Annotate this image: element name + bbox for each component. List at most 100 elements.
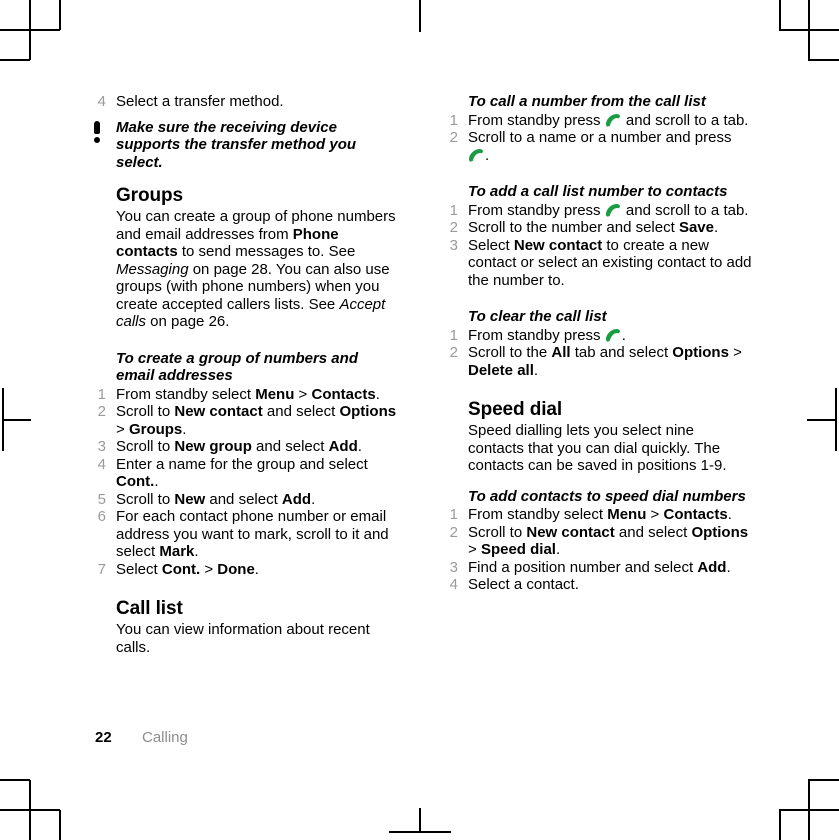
procedure-heading-speed-dial-add: To add contacts to speed dial numbers xyxy=(468,487,746,505)
ui-label: Add xyxy=(328,438,358,455)
step-text-run: . xyxy=(714,219,719,236)
left-column: 4 Select a transfer method. Make sure th… xyxy=(88,93,400,656)
step-text: Scroll to New contact and select Options… xyxy=(468,524,748,559)
step-number: 6 xyxy=(97,508,106,525)
chapter-name: Calling xyxy=(142,729,188,746)
step-text-run: > xyxy=(116,420,129,438)
step-text: Scroll to New and select Add. xyxy=(116,491,315,508)
step-text-run: From standby select xyxy=(116,385,256,403)
procedure-heading-create-group: To create a group of numbers and email a… xyxy=(116,349,358,385)
ui-label: Done xyxy=(217,560,255,578)
step-text-run: and scroll to a tab. xyxy=(621,111,749,129)
step-text-run: . xyxy=(621,326,626,344)
ui-label: Options xyxy=(691,523,749,541)
step-text-run: and select xyxy=(251,438,329,455)
page-footer: 22 Calling xyxy=(95,729,188,747)
step-text-run: and scroll to a tab. xyxy=(621,201,749,219)
step-text-run: > xyxy=(646,506,664,523)
step-text: Find a position number and select Add. xyxy=(468,559,731,576)
step-text-run: > xyxy=(294,385,312,403)
step-text-run: and select xyxy=(614,523,692,541)
clear-call-list-steps: 1 From standby press . 2 Scroll to the All … xyxy=(440,327,752,380)
step-text-run: > xyxy=(200,560,218,578)
ui-label: New xyxy=(174,490,206,508)
ui-label: Add xyxy=(697,558,727,576)
step-text-run: . xyxy=(311,490,316,508)
groups-body-part-4: on page 26. xyxy=(146,313,230,330)
step-text-run: Scroll to xyxy=(116,438,175,455)
groups-body-italic-1: Messaging xyxy=(116,260,189,278)
list-item: 2 Scroll to New contact and select Option… xyxy=(440,524,752,559)
step-number: 5 xyxy=(97,490,106,508)
ui-label: Contacts xyxy=(311,385,376,403)
step-text-run: Scroll to xyxy=(116,403,175,420)
step-text-run: Scroll to the xyxy=(468,344,552,361)
list-item: 4 Select a contact. xyxy=(440,576,752,594)
step-text-run: . xyxy=(194,543,199,560)
ui-label: Contacts xyxy=(663,506,728,523)
step-text: Select a transfer method. xyxy=(116,93,284,110)
create-group-steps: 1 From standby select Menu > Contacts. 2 Sc… xyxy=(88,386,400,579)
section-heading-groups: Groups xyxy=(116,185,183,206)
step-text: Select New contact to create a new conta… xyxy=(468,237,752,289)
step-text-run: Scroll to xyxy=(116,490,175,508)
step-number: 1 xyxy=(449,111,458,129)
list-item: 4 Select a transfer method. xyxy=(88,93,400,111)
speed-dial-steps: 1 From standby select Menu > Contacts. 2 Sc… xyxy=(440,506,752,594)
list-item: 5 Scroll to New and select Add. xyxy=(88,491,400,509)
list-item: 6 For each contact phone number or email … xyxy=(88,508,400,561)
ui-label: Options xyxy=(672,344,729,361)
step-text-run: From standby select xyxy=(468,506,608,523)
ui-label: Options xyxy=(339,403,397,420)
step-text-run: . xyxy=(533,361,539,379)
step-number: 2 xyxy=(449,344,458,361)
ui-label: All xyxy=(551,344,571,361)
step-text-run: Scroll to a name or a number and press xyxy=(468,129,732,146)
step-text-run: From standby press xyxy=(468,326,605,344)
step-text: For each contact phone number or email a… xyxy=(116,508,389,560)
step-text-run: Scroll to xyxy=(468,523,527,541)
step-text-run: and select xyxy=(262,403,340,420)
call-handset-icon xyxy=(605,203,621,217)
call-handset-icon xyxy=(469,148,484,162)
manual-page: 4 Select a transfer method. Make sure th… xyxy=(0,0,839,840)
step-text-run: Enter a name for the group and select xyxy=(116,455,368,473)
step-text-run: . xyxy=(154,473,159,490)
step-text: Scroll to the number and select Save. xyxy=(468,219,718,236)
page-columns: 4 Select a transfer method. Make sure th… xyxy=(88,93,753,656)
step-number: 2 xyxy=(97,403,106,420)
create-group-section: To create a group of numbers and email a… xyxy=(88,350,400,579)
call-list-section: Call list You can view information about… xyxy=(116,597,400,656)
ui-label: Menu xyxy=(255,385,295,403)
groups-body-part-2: to send messages to. See xyxy=(177,243,356,260)
list-item: 3 Select New contact to create a new cont… xyxy=(440,237,752,290)
step-text: Enter a name for the group and select Co… xyxy=(116,456,368,491)
step-text: Scroll to the All tab and select Options… xyxy=(468,344,742,379)
step-text-run: Select a contact. xyxy=(468,576,579,593)
speed-dial-section: Speed dial Speed dialling lets you selec… xyxy=(440,398,752,594)
call-from-list-steps: 1 From standby press and scroll to a tab.… xyxy=(440,112,752,165)
call-handset-icon xyxy=(605,113,621,127)
step-text: Scroll to a name or a number and press . xyxy=(468,129,731,164)
list-item: 2 Scroll to New contact and select Option… xyxy=(88,403,400,438)
step-text: From standby press and scroll to a tab. xyxy=(468,112,748,129)
call-from-list-section: To call a number from the call list 1 Fro… xyxy=(440,93,752,164)
step-number: 3 xyxy=(449,236,458,254)
procedure-heading-clear-call-list: To clear the call list xyxy=(468,308,607,325)
list-item: 7 Select Cont. > Done. xyxy=(88,561,400,579)
exclamation-icon xyxy=(92,120,102,143)
speed-dial-body: Speed dialling lets you select nine cont… xyxy=(468,422,727,474)
step-text-run: Select xyxy=(116,560,162,578)
step-text-run: . xyxy=(357,438,362,455)
list-item: 2 Scroll to the number and select Save. xyxy=(440,219,752,237)
note-text: Make sure the receiving device supports … xyxy=(116,118,357,171)
step-text-run: For each contact phone number or email a… xyxy=(116,508,389,560)
right-column: To call a number from the call list 1 Fro… xyxy=(440,93,752,656)
step-text-run: . xyxy=(254,560,259,578)
